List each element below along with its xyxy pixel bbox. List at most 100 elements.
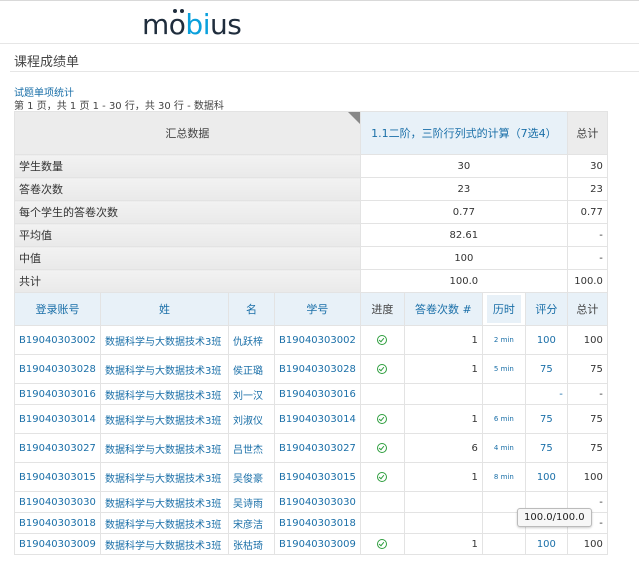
col-score-header[interactable]: 评分 (524, 292, 568, 326)
student-name-link[interactable]: 宋彦洁 (228, 512, 275, 534)
student-score-link[interactable]: 75 (524, 404, 568, 434)
completed-check-icon (377, 471, 388, 482)
student-name-link[interactable]: 刘一汉 (228, 383, 275, 405)
student-name-link[interactable]: 吕世杰 (228, 433, 275, 463)
student-no-link[interactable]: B19040303014 (274, 404, 361, 434)
student-name-link[interactable]: 吴诗雨 (228, 491, 275, 513)
student-no-link[interactable]: B19040303028 (274, 354, 361, 384)
student-login-link[interactable]: B19040303016 (14, 383, 101, 405)
student-attempts: 1 (403, 404, 483, 434)
completed-check-icon (377, 413, 388, 424)
student-name-link[interactable]: 张枯琦 (228, 533, 275, 555)
summary-row-total: 30 (566, 154, 608, 178)
student-no-link[interactable]: B19040303002 (274, 325, 361, 355)
summary-row-label: 平均值 (14, 223, 361, 247)
summary-row-label: 共计 (14, 269, 361, 293)
page-title: 课程成绩单 (14, 55, 80, 70)
student-score: - (524, 383, 568, 405)
summary-row-label: 答卷次数 (14, 177, 361, 201)
student-class-link[interactable]: 数据科学与大数据技术3班 (100, 404, 229, 434)
student-total: 75 (566, 433, 608, 463)
student-score-link[interactable]: 100 (524, 325, 568, 355)
student-login-link[interactable]: B19040303028 (14, 354, 101, 384)
student-time (481, 533, 526, 555)
student-total: - (566, 383, 608, 405)
student-total: 100 (566, 462, 608, 492)
summary-row-total: - (566, 246, 608, 270)
summary-row-total: 0.77 (566, 200, 608, 224)
column-header-row: 登录账号姓名学号 进度 答卷次数 # 历时 评分 总计 (14, 292, 608, 326)
student-progress (359, 433, 405, 463)
col-time-header[interactable]: 历时 (481, 292, 526, 326)
student-attempts: 1 (403, 325, 483, 355)
score-tooltip: 100.0/100.0 (517, 508, 592, 527)
student-progress (359, 491, 405, 513)
student-name-link[interactable]: 吴俊豪 (228, 462, 275, 492)
col-surname-header[interactable]: 姓 (100, 292, 229, 326)
assignment-header-link[interactable]: 1.1二阶，三阶行列式的计算（7选4） (359, 111, 568, 155)
student-no-link[interactable]: B19040303016 (274, 383, 361, 405)
student-login-link[interactable]: B19040303002 (14, 325, 101, 355)
student-class-link[interactable]: 数据科学与大数据技术3班 (100, 491, 229, 513)
summary-row: 每个学生的答卷次数 0.77 0.77 (14, 200, 608, 224)
student-score-link[interactable]: 100 (524, 533, 568, 555)
summary-header: 汇总数据 (14, 111, 361, 155)
student-name-link[interactable]: 刘淑仪 (228, 404, 275, 434)
student-attempts (403, 512, 483, 534)
student-time (481, 383, 526, 405)
student-score-link[interactable]: 75 (524, 433, 568, 463)
student-class-link[interactable]: 数据科学与大数据技术3班 (100, 533, 229, 555)
student-class-link[interactable]: 数据科学与大数据技术3班 (100, 383, 229, 405)
student-attempts: 6 (403, 433, 483, 463)
col-time-header-label[interactable]: 历时 (486, 295, 521, 323)
student-total: 75 (566, 404, 608, 434)
student-login-link[interactable]: B19040303027 (14, 433, 101, 463)
col-given-name-header[interactable]: 名 (228, 292, 275, 326)
summary-row-label: 学生数量 (14, 154, 361, 178)
summary-row-total: 23 (566, 177, 608, 201)
student-login-link[interactable]: B19040303018 (14, 512, 101, 534)
student-row: B19040303009 数据科学与大数据技术3班 张枯琦 B19040303009 1… (14, 533, 608, 555)
student-score-link[interactable]: 75 (524, 354, 568, 384)
student-no-link[interactable]: B19040303018 (274, 512, 361, 534)
student-class-link[interactable]: 数据科学与大数据技术3班 (100, 354, 229, 384)
completed-check-icon (377, 538, 388, 549)
col-student-no-header[interactable]: 学号 (274, 292, 361, 326)
student-class-link[interactable]: 数据科学与大数据技术3班 (100, 433, 229, 463)
student-class-link[interactable]: 数据科学与大数据技术3班 (100, 325, 229, 355)
summary-row-label: 中值 (14, 246, 361, 270)
student-login-link[interactable]: B19040303009 (14, 533, 101, 555)
student-time: 8 min (481, 462, 526, 492)
collapse-corner-icon[interactable] (347, 112, 360, 124)
student-login-link[interactable]: B19040303014 (14, 404, 101, 434)
student-class-link[interactable]: 数据科学与大数据技术3班 (100, 462, 229, 492)
student-row: B19040303002 数据科学与大数据技术3班 仇跃梓 B19040303002 1… (14, 325, 608, 355)
student-progress (359, 404, 405, 434)
summary-row: 中值 100- (14, 246, 608, 270)
student-score-link[interactable]: 100 (524, 462, 568, 492)
student-login-link[interactable]: B19040303015 (14, 462, 101, 492)
col-attempts-header[interactable]: 答卷次数 # (403, 292, 483, 326)
browser-top-border (0, 0, 639, 1)
student-progress (359, 512, 405, 534)
student-attempts: 1 (403, 354, 483, 384)
col-login-header[interactable]: 登录账号 (14, 292, 101, 326)
mobius-logo[interactable]: mobius (142, 8, 242, 41)
student-no-link[interactable]: B19040303009 (274, 533, 361, 555)
student-name-link[interactable]: 侯正璐 (228, 354, 275, 384)
student-no-link[interactable]: B19040303015 (274, 462, 361, 492)
gradebook-table: 汇总数据 1.1二阶，三阶行列式的计算（7选4） 总计 学生数量 30 30 答卷次数… (14, 111, 608, 555)
student-total: 100 (566, 533, 608, 555)
summary-row: 答卷次数 23 23 (14, 177, 608, 201)
student-class-link[interactable]: 数据科学与大数据技术3班 (100, 512, 229, 534)
summary-row-value: 23 (359, 177, 568, 201)
completed-check-icon (377, 334, 388, 345)
student-time: 5 min (481, 354, 526, 384)
student-time: 4 min (481, 433, 526, 463)
student-row: B19040303027 数据科学与大数据技术3班 吕世杰 B19040303027 6… (14, 433, 608, 463)
summary-row: 平均值 82.61- (14, 223, 608, 247)
student-login-link[interactable]: B19040303030 (14, 491, 101, 513)
student-no-link[interactable]: B19040303030 (274, 491, 361, 513)
student-no-link[interactable]: B19040303027 (274, 433, 361, 463)
student-name-link[interactable]: 仇跃梓 (228, 325, 275, 355)
